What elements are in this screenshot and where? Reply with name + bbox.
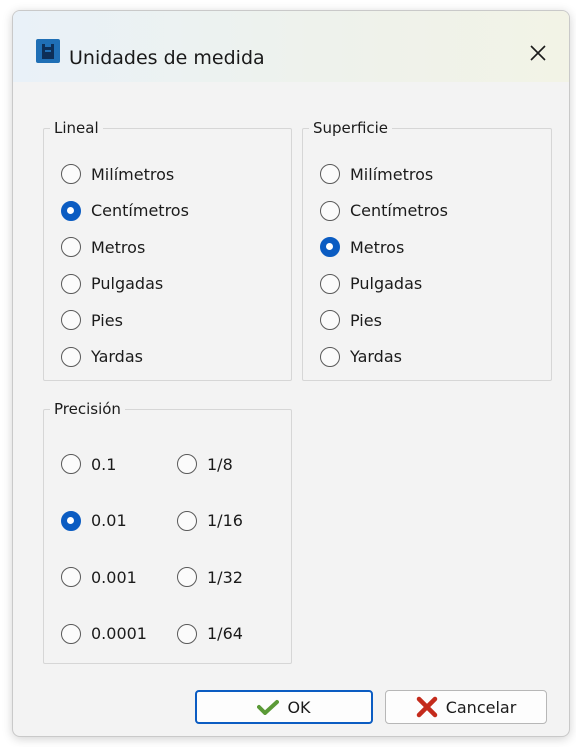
radio-label: 1/8 [207, 454, 233, 474]
radio-indicator[interactable] [61, 510, 81, 531]
precision-legend: Precisión [50, 400, 125, 418]
radio-label: 0.0001 [91, 624, 147, 643]
superficie-option-3[interactable]: Pulgadas [320, 272, 422, 296]
precision-group: Precisión 0.1 0.01 0.001 0.0001 1/8 1/16 1/32 1… [43, 400, 292, 664]
lineal-group: Lineal Milímetros Centímetros Metros Pulgad… [43, 119, 292, 381]
cancel-button[interactable]: Cancelar [385, 690, 547, 724]
radio-indicator[interactable] [177, 567, 197, 587]
check-icon [257, 700, 280, 715]
desktop-backdrop [0, 0, 576, 10]
precision-decimal-2[interactable]: 0.001 [61, 565, 137, 589]
close-button[interactable] [526, 41, 550, 65]
lineal-option-2[interactable]: Metros [61, 235, 145, 259]
radio-label: 0.001 [91, 567, 137, 587]
precision-fraction-0[interactable]: 1/8 [177, 452, 233, 476]
radio-label: Centímetros [91, 201, 189, 220]
superficie-option-0[interactable]: Milímetros [320, 162, 433, 186]
title-bar: Unidades de medida [13, 11, 569, 82]
radio-label: Milímetros [91, 164, 175, 184]
superficie-group: Superficie Milímetros Centímetros Metros Pu… [302, 119, 552, 381]
precision-decimal-0[interactable]: 0.1 [61, 452, 116, 476]
lineal-option-0[interactable]: Milímetros [61, 162, 174, 186]
lineal-option-1[interactable]: Centímetros [61, 199, 189, 223]
radio-label: Pies [91, 310, 123, 330]
radio-label: 0.01 [91, 511, 127, 530]
radio-label: Pulgadas [350, 274, 423, 293]
radio-indicator[interactable] [61, 273, 81, 294]
lineal-option-5[interactable]: Yardas [61, 345, 143, 369]
precision-fraction-2[interactable]: 1/32 [177, 565, 243, 589]
radio-indicator[interactable] [320, 346, 340, 367]
radio-label: 1/64 [207, 624, 243, 643]
radio-indicator[interactable] [320, 237, 340, 257]
radio-indicator[interactable] [320, 273, 340, 294]
superficie-option-1[interactable]: Centímetros [320, 199, 448, 223]
lineal-option-4[interactable]: Pies [61, 308, 123, 332]
lineal-option-3[interactable]: Pulgadas [61, 272, 163, 296]
radio-label: Pulgadas [91, 274, 164, 293]
radio-indicator[interactable] [61, 623, 81, 644]
ok-label: OK [287, 697, 311, 717]
lineal-legend: Lineal [50, 119, 103, 137]
radio-label: Milímetros [350, 164, 434, 184]
radio-indicator[interactable] [320, 310, 340, 330]
radio-indicator[interactable] [61, 237, 81, 257]
precision-decimal-3[interactable]: 0.0001 [61, 622, 147, 646]
radio-label: Pies [350, 310, 382, 330]
radio-indicator[interactable] [177, 623, 197, 644]
precision-decimal-1[interactable]: 0.01 [61, 509, 127, 533]
app-icon [35, 38, 61, 64]
precision-fraction-1[interactable]: 1/16 [177, 509, 243, 533]
radio-label: 0.1 [91, 454, 117, 474]
cancel-label: Cancelar [445, 697, 517, 717]
superficie-option-4[interactable]: Pies [320, 308, 382, 332]
precision-fraction-3[interactable]: 1/64 [177, 622, 243, 646]
superficie-option-5[interactable]: Yardas [320, 345, 402, 369]
radio-indicator[interactable] [320, 164, 340, 184]
dialog-window: Unidades de medida Lineal Milímetros Cent… [12, 10, 570, 737]
radio-label: Yardas [91, 347, 143, 366]
radio-label: Centímetros [350, 201, 448, 220]
radio-indicator[interactable] [61, 454, 81, 474]
radio-label: Metros [350, 237, 405, 257]
radio-indicator[interactable] [320, 200, 340, 221]
superficie-legend: Superficie [309, 119, 393, 137]
radio-indicator[interactable] [61, 164, 81, 184]
radio-indicator[interactable] [61, 346, 81, 367]
radio-label: 1/32 [207, 567, 243, 587]
radio-label: 1/16 [207, 511, 243, 530]
radio-indicator[interactable] [61, 310, 81, 330]
ok-button[interactable]: OK [195, 690, 373, 724]
radio-indicator[interactable] [177, 510, 197, 531]
superficie-option-2[interactable]: Metros [320, 235, 404, 259]
radio-label: Yardas [350, 347, 402, 366]
window-title: Unidades de medida [69, 47, 265, 69]
radio-indicator[interactable] [177, 454, 197, 474]
x-icon [416, 696, 437, 718]
radio-indicator[interactable] [61, 567, 81, 587]
radio-label: Metros [91, 237, 146, 257]
close-icon [530, 45, 546, 61]
radio-indicator[interactable] [61, 200, 81, 221]
